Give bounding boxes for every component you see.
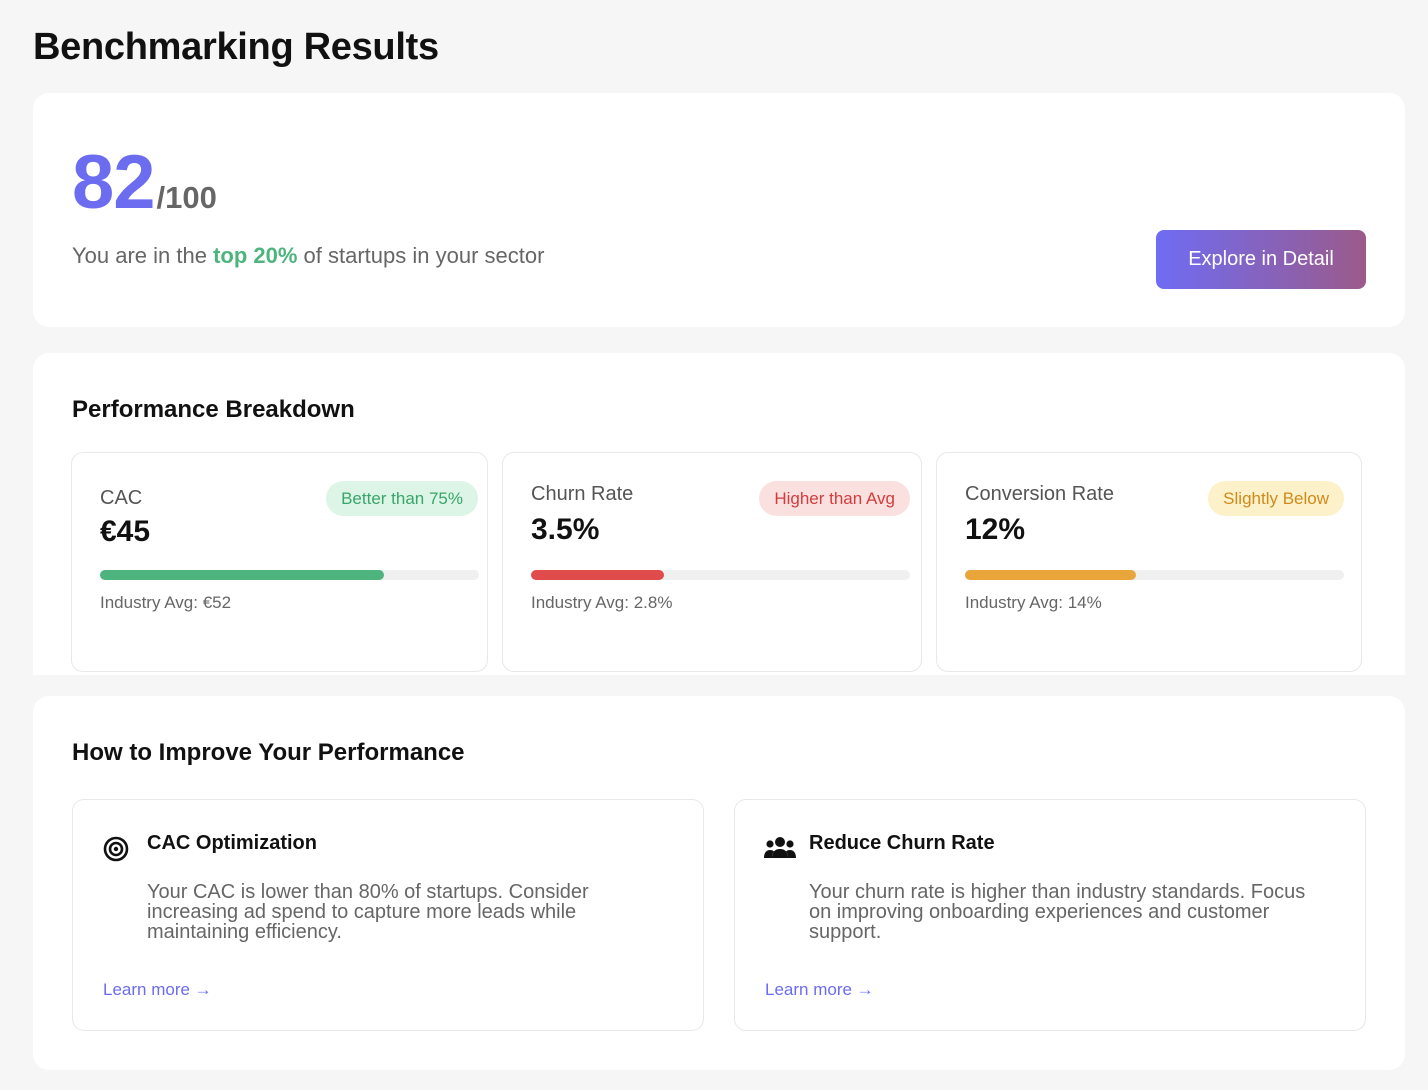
tip-cac-optimization: CAC Optimization Your CAC is lower than … xyxy=(72,799,704,1031)
metric-card-churn-rate: Churn Rate 3.5% Higher than Avg Industry… xyxy=(502,452,922,672)
improvement-card: How to Improve Your Performance CAC Opti… xyxy=(33,696,1405,1070)
metric-value: 3.5% xyxy=(531,513,600,546)
explore-in-detail-button[interactable]: Explore in Detail xyxy=(1156,230,1366,289)
score-caption-suffix: of startups in your sector xyxy=(297,243,545,268)
score-caption-prefix: You are in the xyxy=(72,243,214,268)
metric-card-conversion-rate: Conversion Rate 12% Slightly Below Indus… xyxy=(936,452,1362,672)
metric-label: CAC xyxy=(100,487,143,509)
progress-bar xyxy=(100,570,479,580)
learn-more-link[interactable]: Learn more → xyxy=(765,980,874,1000)
progress-bar xyxy=(531,570,910,580)
performance-breakdown-card: Performance Breakdown CAC €45 Better tha… xyxy=(33,353,1405,675)
users-icon xyxy=(763,834,796,864)
section-title: How to Improve Your Performance xyxy=(72,739,465,766)
metric-value: 12% xyxy=(965,513,1026,546)
tip-reduce-churn-rate: Reduce Churn Rate Your churn rate is hig… xyxy=(734,799,1366,1031)
progress-fill xyxy=(965,570,1136,580)
metric-label: Churn Rate xyxy=(531,483,634,505)
section-title: Performance Breakdown xyxy=(72,396,355,423)
metric-card-cac: CAC €45 Better than 75% Industry Avg: €5… xyxy=(71,452,488,672)
tip-body: Your CAC is lower than 80% of startups. … xyxy=(147,881,589,943)
industry-average: Industry Avg: 2.8% xyxy=(531,593,673,612)
status-badge: Higher than Avg xyxy=(759,481,910,516)
progress-fill xyxy=(531,570,664,580)
score-display: 82 /100 xyxy=(72,145,217,221)
score-max: /100 xyxy=(156,180,217,215)
tip-title: CAC Optimization xyxy=(147,832,317,854)
metric-value: €45 xyxy=(100,515,151,548)
page-title: Benchmarking Results xyxy=(33,26,439,68)
industry-average: Industry Avg: 14% xyxy=(965,593,1102,612)
score-card: 82 /100 You are in the top 20% of startu… xyxy=(33,93,1405,327)
target-icon xyxy=(101,834,131,864)
tip-body: Your churn rate is higher than industry … xyxy=(809,881,1306,943)
score-caption-highlight: top 20% xyxy=(213,243,298,268)
progress-fill xyxy=(100,570,385,580)
learn-more-link[interactable]: Learn more → xyxy=(103,980,212,1000)
score-caption: You are in the top 20% of startups in yo… xyxy=(72,243,544,269)
tip-title: Reduce Churn Rate xyxy=(809,832,995,854)
industry-average: Industry Avg: €52 xyxy=(100,593,232,612)
status-badge: Better than 75% xyxy=(326,481,478,516)
metric-label: Conversion Rate xyxy=(965,483,1114,505)
score-value: 82 xyxy=(72,140,156,225)
status-badge: Slightly Below xyxy=(1208,481,1344,516)
progress-bar xyxy=(965,570,1344,580)
